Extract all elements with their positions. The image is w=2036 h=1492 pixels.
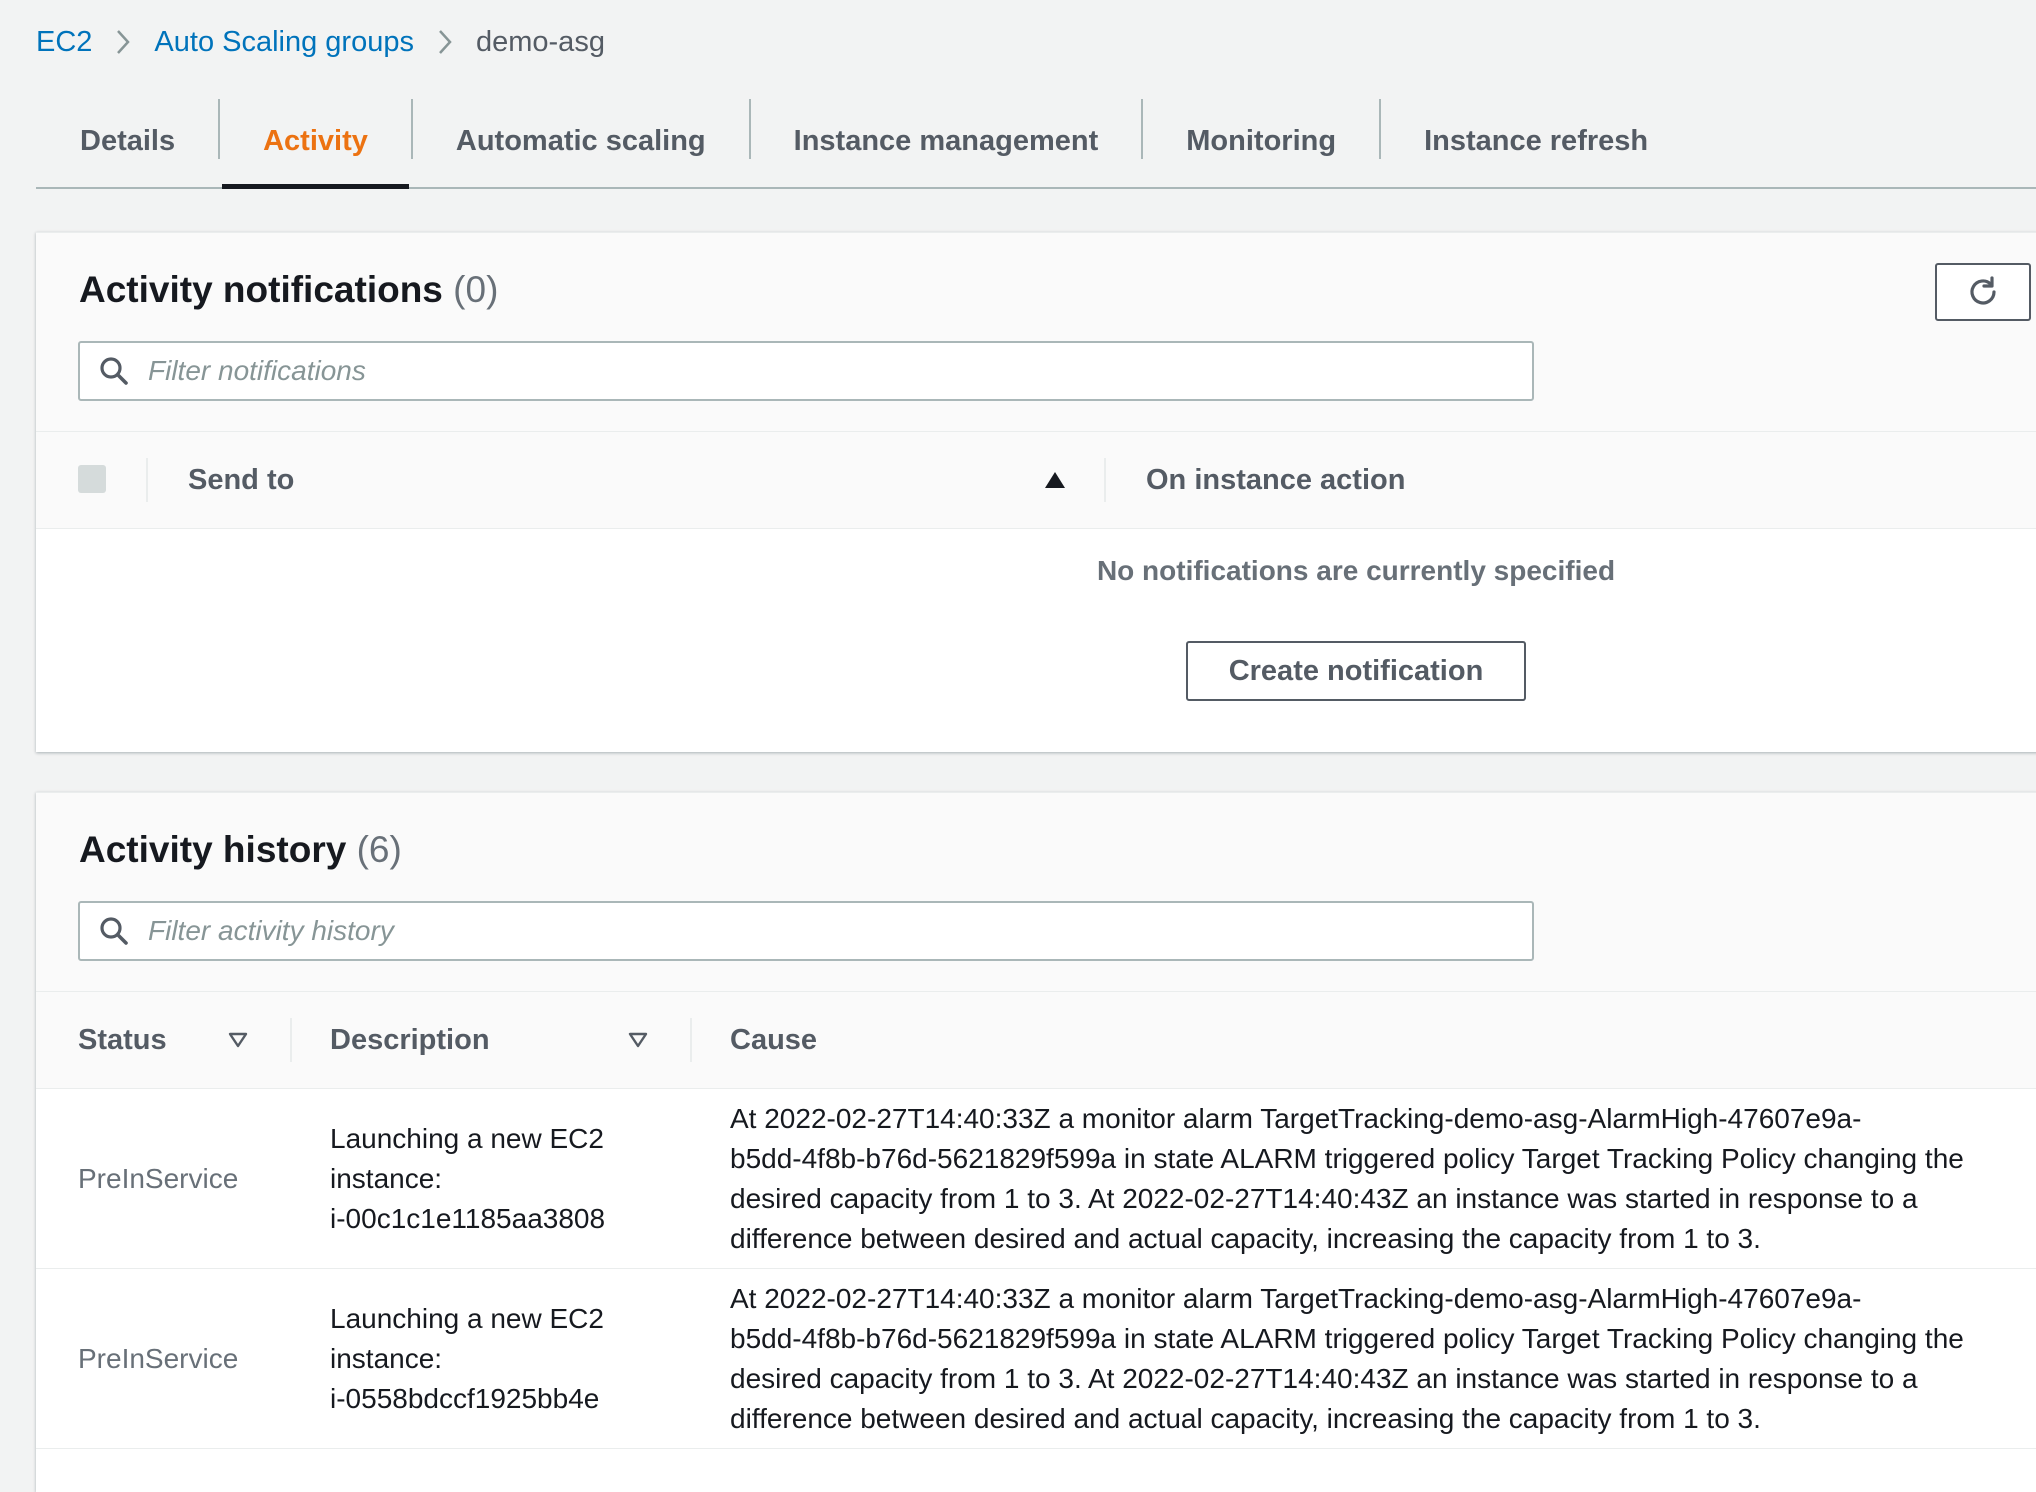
description-line: Launching a new EC2 <box>330 1303 604 1334</box>
tab-bar: Details Activity Automatic scaling Insta… <box>36 96 2036 189</box>
chevron-right-icon <box>414 22 476 62</box>
breadcrumb-current: demo-asg <box>475 25 605 58</box>
refresh-button[interactable] <box>1935 263 2031 321</box>
search-icon <box>80 356 148 386</box>
table-row[interactable]: PreInService Launching a new EC2 instanc… <box>36 1269 2036 1449</box>
activity-notifications-panel: Activity notifications (0) Send to On in… <box>36 232 2036 752</box>
cause-line: difference between desired and actual ca… <box>730 1223 1761 1254</box>
description-line: instance: <box>330 1343 443 1374</box>
cause-line: desired capacity from 1 to 3. At 2022-02… <box>730 1363 1918 1394</box>
column-divider <box>1104 458 1106 502</box>
status-cell: PreInService <box>78 1342 239 1374</box>
tab-monitoring[interactable]: Monitoring <box>1143 96 1379 187</box>
status-cell: PreInService <box>78 1162 239 1194</box>
breadcrumb-ec2[interactable]: EC2 <box>36 26 92 59</box>
history-title-text: Activity history <box>79 829 347 870</box>
cause-line: b5dd-4f8b-b76d-5621829f599a in state ALA… <box>730 1323 1964 1354</box>
column-divider <box>290 1018 292 1062</box>
cause-cell: At 2022-02-27T14:40:33Z a monitor alarm … <box>730 1099 2036 1259</box>
tab-instance-management[interactable]: Instance management <box>751 96 1142 187</box>
filter-notifications[interactable] <box>78 341 1534 401</box>
empty-state-text: No notifications are currently specified <box>1096 555 1616 586</box>
description-line: Launching a new EC2 <box>330 1123 604 1154</box>
filter-notifications-input[interactable] <box>148 355 1448 387</box>
notifications-title-text: Activity notifications <box>79 269 443 310</box>
filter-caret-icon[interactable] <box>628 992 648 1088</box>
breadcrumb: EC2 Auto Scaling groups demo-asg <box>36 22 605 62</box>
history-table-header: Status Description Cause <box>36 991 2036 1089</box>
description-cell: Launching a new EC2 instance: i-00c1c1e1… <box>330 1119 660 1239</box>
column-header-on-instance-action[interactable]: On instance action <box>1146 432 1405 528</box>
description-line: i-00c1c1e1185aa3808 <box>330 1203 606 1234</box>
sort-asc-icon[interactable] <box>1044 432 1066 528</box>
cause-line: At 2022-02-27T14:40:33Z a monitor alarm … <box>730 1103 1862 1134</box>
history-header: Activity history (6) <box>36 793 2036 991</box>
notifications-count: (0) <box>453 269 499 310</box>
description-line: instance: <box>330 1163 443 1194</box>
cause-cell: At 2022-02-27T14:40:33Z a monitor alarm … <box>730 1279 2036 1439</box>
column-header-cause[interactable]: Cause <box>730 992 817 1088</box>
notifications-title: Activity notifications (0) <box>79 269 498 311</box>
tab-automatic-scaling[interactable]: Automatic scaling <box>413 96 749 187</box>
filter-activity-history-input[interactable] <box>148 915 1448 947</box>
column-header-send-to[interactable]: Send to <box>188 432 294 528</box>
filter-caret-icon[interactable] <box>228 992 248 1088</box>
column-divider <box>146 458 148 502</box>
refresh-icon <box>1970 276 1996 305</box>
history-count: (6) <box>356 829 402 870</box>
description-cell: Launching a new EC2 instance: i-0558bdcc… <box>330 1299 660 1419</box>
column-divider <box>690 1018 692 1062</box>
cause-line: desired capacity from 1 to 3. At 2022-02… <box>730 1183 1918 1214</box>
notifications-table-header: Send to On instance action <box>36 431 2036 529</box>
search-icon <box>80 916 148 946</box>
column-header-description[interactable]: Description <box>330 992 490 1088</box>
description-line: i-0558bdccf1925bb4e <box>330 1383 600 1414</box>
table-row[interactable]: PreInService Launching a new EC2 instanc… <box>36 1089 2036 1269</box>
history-title: Activity history (6) <box>79 829 402 871</box>
cause-line: b5dd-4f8b-b76d-5621829f599a in state ALA… <box>730 1143 1964 1174</box>
tab-activity[interactable]: Activity <box>220 96 411 189</box>
cause-line: difference between desired and actual ca… <box>730 1403 1761 1434</box>
tab-details[interactable]: Details <box>36 96 218 187</box>
create-notification-button[interactable]: Create notification <box>1186 641 1526 701</box>
breadcrumb-auto-scaling-groups[interactable]: Auto Scaling groups <box>154 26 414 59</box>
cause-line: At 2022-02-27T14:40:33Z a monitor alarm … <box>730 1283 1862 1314</box>
notifications-header: Activity notifications (0) <box>36 233 2036 431</box>
filter-activity-history[interactable] <box>78 901 1534 961</box>
activity-history-panel: Activity history (6) Status Description … <box>36 792 2036 1492</box>
column-header-status[interactable]: Status <box>78 992 167 1088</box>
chevron-right-icon <box>92 22 154 62</box>
tab-instance-refresh[interactable]: Instance refresh <box>1381 96 1691 187</box>
select-all-checkbox[interactable] <box>78 465 106 493</box>
